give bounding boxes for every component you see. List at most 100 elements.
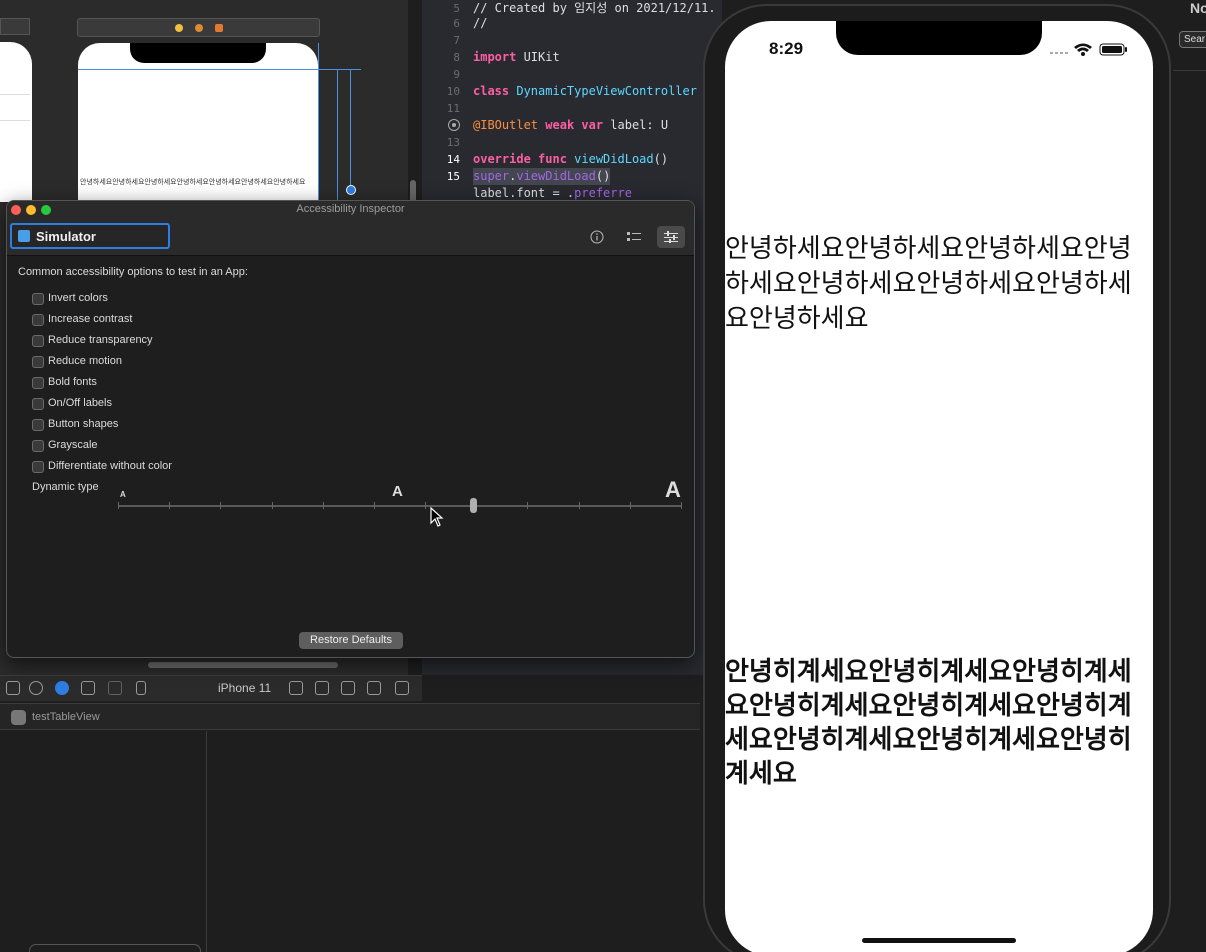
view-controller-icon[interactable]	[174, 23, 183, 32]
filter-field[interactable]	[29, 944, 201, 952]
code-text: super.viewDidLoad()	[473, 168, 611, 185]
device-icon[interactable]	[136, 681, 146, 695]
checkbox[interactable]	[32, 461, 44, 473]
checkbox[interactable]	[32, 314, 44, 326]
split-view-icon[interactable]	[108, 681, 122, 695]
line-number: 9	[453, 68, 460, 81]
code-line[interactable]: 8 import UIKit	[422, 49, 722, 66]
cellular-signal-icon	[1050, 52, 1068, 54]
document-outline-icon[interactable]	[6, 681, 20, 695]
embed-icon[interactable]	[395, 681, 409, 695]
variables-view[interactable]	[0, 731, 207, 952]
add-constraints-icon[interactable]	[341, 681, 355, 695]
audit-tab[interactable]	[620, 226, 648, 248]
accessibility-icon[interactable]	[29, 681, 43, 695]
checkbox[interactable]	[32, 419, 44, 431]
slider-tick	[630, 502, 631, 509]
phone-notch	[836, 21, 1042, 55]
window-title: Accessibility Inspector	[296, 203, 405, 215]
code-line[interactable]: @IBOutlet weak var label: U	[422, 117, 722, 134]
code-line[interactable]: 10 class DynamicTypeViewController	[422, 83, 722, 100]
dynamic-type-slider[interactable]	[118, 505, 681, 507]
checkbox[interactable]	[32, 377, 44, 389]
scene-dock[interactable]	[77, 18, 320, 37]
code-text: import UIKit	[473, 50, 560, 64]
code-line[interactable]: 7	[422, 32, 722, 49]
orientation-icon[interactable]	[81, 681, 95, 695]
title-bar[interactable]: Accessibility Inspector	[7, 201, 694, 219]
list-icon	[627, 232, 641, 241]
simulator-icon	[18, 230, 30, 242]
code-line[interactable]: 14 override func viewDidLoad()	[422, 151, 722, 168]
checkbox[interactable]	[32, 293, 44, 305]
dynamic-type-label-bold: 안녕히계세요안녕히계세요안녕히계세요안녕히계세요안녕히계세요안녕히계세요안녕히계…	[725, 656, 1132, 788]
code-line[interactable]: 13	[422, 134, 722, 151]
restore-defaults-button[interactable]: Restore Defaults	[299, 632, 403, 649]
option-label: Button shapes	[48, 418, 119, 430]
slider-tick	[272, 502, 273, 509]
exit-icon[interactable]	[214, 23, 223, 32]
code-line[interactable]: 9	[422, 66, 722, 83]
scheme-bar: testTableView	[0, 703, 700, 730]
line-number: 8	[453, 51, 460, 64]
line-number: 11	[446, 102, 460, 115]
first-responder-icon[interactable]	[194, 23, 203, 32]
info-icon	[590, 230, 604, 244]
inspector-toolbar: Simulator	[7, 219, 694, 256]
code-line-highlighted[interactable]: 15 super.viewDidLoad()	[422, 168, 722, 185]
console-view[interactable]	[208, 731, 708, 952]
code-text: class DynamicTypeViewController	[473, 84, 697, 98]
code-line[interactable]: 6 //	[422, 15, 722, 32]
canvas-toolbar: iPhone 11	[0, 675, 422, 701]
preview-label[interactable]: 안녕하세요안녕하세요안녕하세요안녕하세요안녕하세요안녕하세요안녕하세요	[80, 178, 318, 188]
outlet-connection-icon[interactable]	[448, 119, 460, 131]
phone-screen[interactable]: 8:29 안녕하세요안녕하세요안녕하세요안녕하세요안녕하세요안녕하세요안녕하세요…	[725, 21, 1153, 952]
home-indicator[interactable]	[862, 938, 1016, 943]
scene-name[interactable]: testTableView	[32, 711, 100, 723]
device-selector[interactable]: iPhone 11	[218, 681, 271, 695]
storyboard-scene-left[interactable]	[0, 42, 32, 202]
status-time: 8:29	[769, 39, 804, 58]
checkbox[interactable]	[32, 335, 44, 347]
resolve-issues-icon[interactable]	[367, 681, 381, 695]
align-icon[interactable]	[315, 681, 329, 695]
slider-min-label: A	[120, 490, 126, 499]
code-line[interactable]: 11	[422, 100, 722, 117]
slider-thumb[interactable]	[470, 498, 477, 513]
ios-simulator: 8:29 안녕하세요안녕하세요안녕하세요안녕하세요안녕하세요안녕하세요안녕하세요…	[703, 4, 1171, 952]
scene-bar-left[interactable]	[0, 18, 30, 35]
slider-max-label: A	[665, 477, 681, 502]
target-picker[interactable]: Simulator	[10, 223, 170, 249]
settings-content: Common accessibility options to test in …	[7, 257, 694, 657]
option-label: Increase contrast	[48, 313, 133, 325]
line-number: 13	[446, 136, 460, 149]
slider-tick	[425, 502, 426, 509]
settings-tab[interactable]	[657, 226, 685, 248]
option-label: Differentiate without color	[48, 460, 172, 472]
line-number: 14	[446, 153, 460, 166]
scene-icon	[11, 710, 26, 725]
zoom-icon[interactable]	[289, 681, 303, 695]
slider-tick	[323, 502, 324, 509]
checkbox[interactable]	[32, 398, 44, 410]
slider-tick	[220, 502, 221, 509]
slider-tick	[374, 502, 375, 509]
search-field[interactable]: Sear	[1179, 31, 1206, 48]
appearance-icon[interactable]	[55, 681, 69, 695]
option-label: Bold fonts	[48, 376, 97, 388]
inspector-panel	[1168, 0, 1206, 952]
constraint-handle[interactable]	[346, 185, 356, 195]
option-label: Reduce motion	[48, 355, 122, 367]
slider-tick	[579, 502, 580, 509]
line-number: 7	[453, 34, 460, 47]
slider-tick	[681, 502, 682, 509]
battery-icon	[1099, 43, 1127, 56]
horizontal-scrollbar[interactable]	[148, 662, 338, 668]
inspection-tab[interactable]	[583, 226, 611, 248]
checkbox[interactable]	[32, 440, 44, 452]
divider	[1173, 70, 1206, 71]
inspector-title: No	[1190, 0, 1206, 16]
option-label: Grayscale	[48, 439, 98, 451]
checkbox[interactable]	[32, 356, 44, 368]
option-label: Reduce transparency	[48, 334, 153, 346]
